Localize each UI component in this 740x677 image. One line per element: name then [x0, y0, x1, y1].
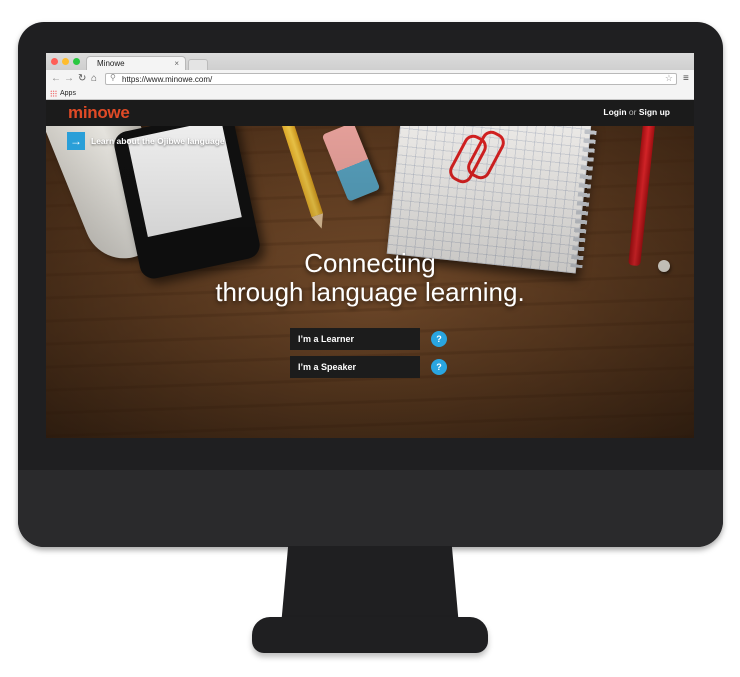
- hero-headline: Connecting through language learning.: [46, 249, 694, 307]
- forward-arrow-icon[interactable]: →: [64, 73, 74, 85]
- bookmarks-bar: Apps: [46, 88, 694, 100]
- bookmark-star-icon[interactable]: ☆: [665, 73, 673, 84]
- monitor-screen: Minowe × ← → ↻ ⌂ ⚲ https://www.minowe.co…: [46, 53, 694, 438]
- speaker-help-icon[interactable]: ?: [431, 359, 447, 375]
- signup-link[interactable]: Sign up: [639, 107, 670, 117]
- browser-toolbar: ← → ↻ ⌂ ⚲ https://www.minowe.com/ ☆ ≡: [46, 70, 694, 88]
- address-bar[interactable]: ⚲ https://www.minowe.com/ ☆: [105, 73, 677, 85]
- site-header: minowe Login or Sign up: [46, 100, 694, 126]
- browser-tab[interactable]: Minowe ×: [86, 56, 186, 70]
- tab-close-icon[interactable]: ×: [174, 57, 179, 71]
- arrow-right-icon: →: [67, 132, 85, 150]
- zoom-window-button[interactable]: [73, 58, 80, 65]
- hero-headline-line1: Connecting: [304, 248, 436, 278]
- search-icon: ⚲: [110, 73, 116, 82]
- address-bar-url: https://www.minowe.com/: [122, 75, 213, 84]
- learner-button[interactable]: I’m a Learner: [290, 328, 420, 350]
- window-controls: [51, 58, 80, 65]
- apps-bookmark[interactable]: Apps: [60, 88, 76, 99]
- minimize-window-button[interactable]: [62, 58, 69, 65]
- reload-icon[interactable]: ↻: [78, 73, 86, 85]
- auth-or-text: or: [628, 107, 637, 117]
- learn-ojibwe-link-text: Learn about the Ojibwe language: [91, 136, 225, 146]
- hero-section: → Learn about the Ojibwe language Connec…: [46, 126, 694, 438]
- tab-title: Minowe: [97, 59, 125, 68]
- hero-headline-line2: through language learning.: [215, 277, 525, 307]
- login-link[interactable]: Login: [603, 107, 626, 117]
- auth-links: Login or Sign up: [603, 107, 670, 117]
- browser-menu-icon[interactable]: ≡: [683, 73, 689, 84]
- speaker-button[interactable]: I’m a Speaker: [290, 356, 420, 378]
- monitor-chin: [18, 470, 723, 547]
- site-logo[interactable]: minowe: [68, 103, 130, 123]
- close-window-button[interactable]: [51, 58, 58, 65]
- monitor-stand-neck: [281, 546, 459, 626]
- monitor-stand-base: [252, 617, 488, 653]
- browser-tab-bar: Minowe ×: [46, 53, 694, 71]
- home-icon[interactable]: ⌂: [91, 73, 97, 85]
- apps-grid-icon: [50, 90, 57, 97]
- learn-ojibwe-link[interactable]: → Learn about the Ojibwe language: [67, 132, 225, 150]
- back-arrow-icon[interactable]: ←: [51, 73, 61, 85]
- learner-help-icon[interactable]: ?: [431, 331, 447, 347]
